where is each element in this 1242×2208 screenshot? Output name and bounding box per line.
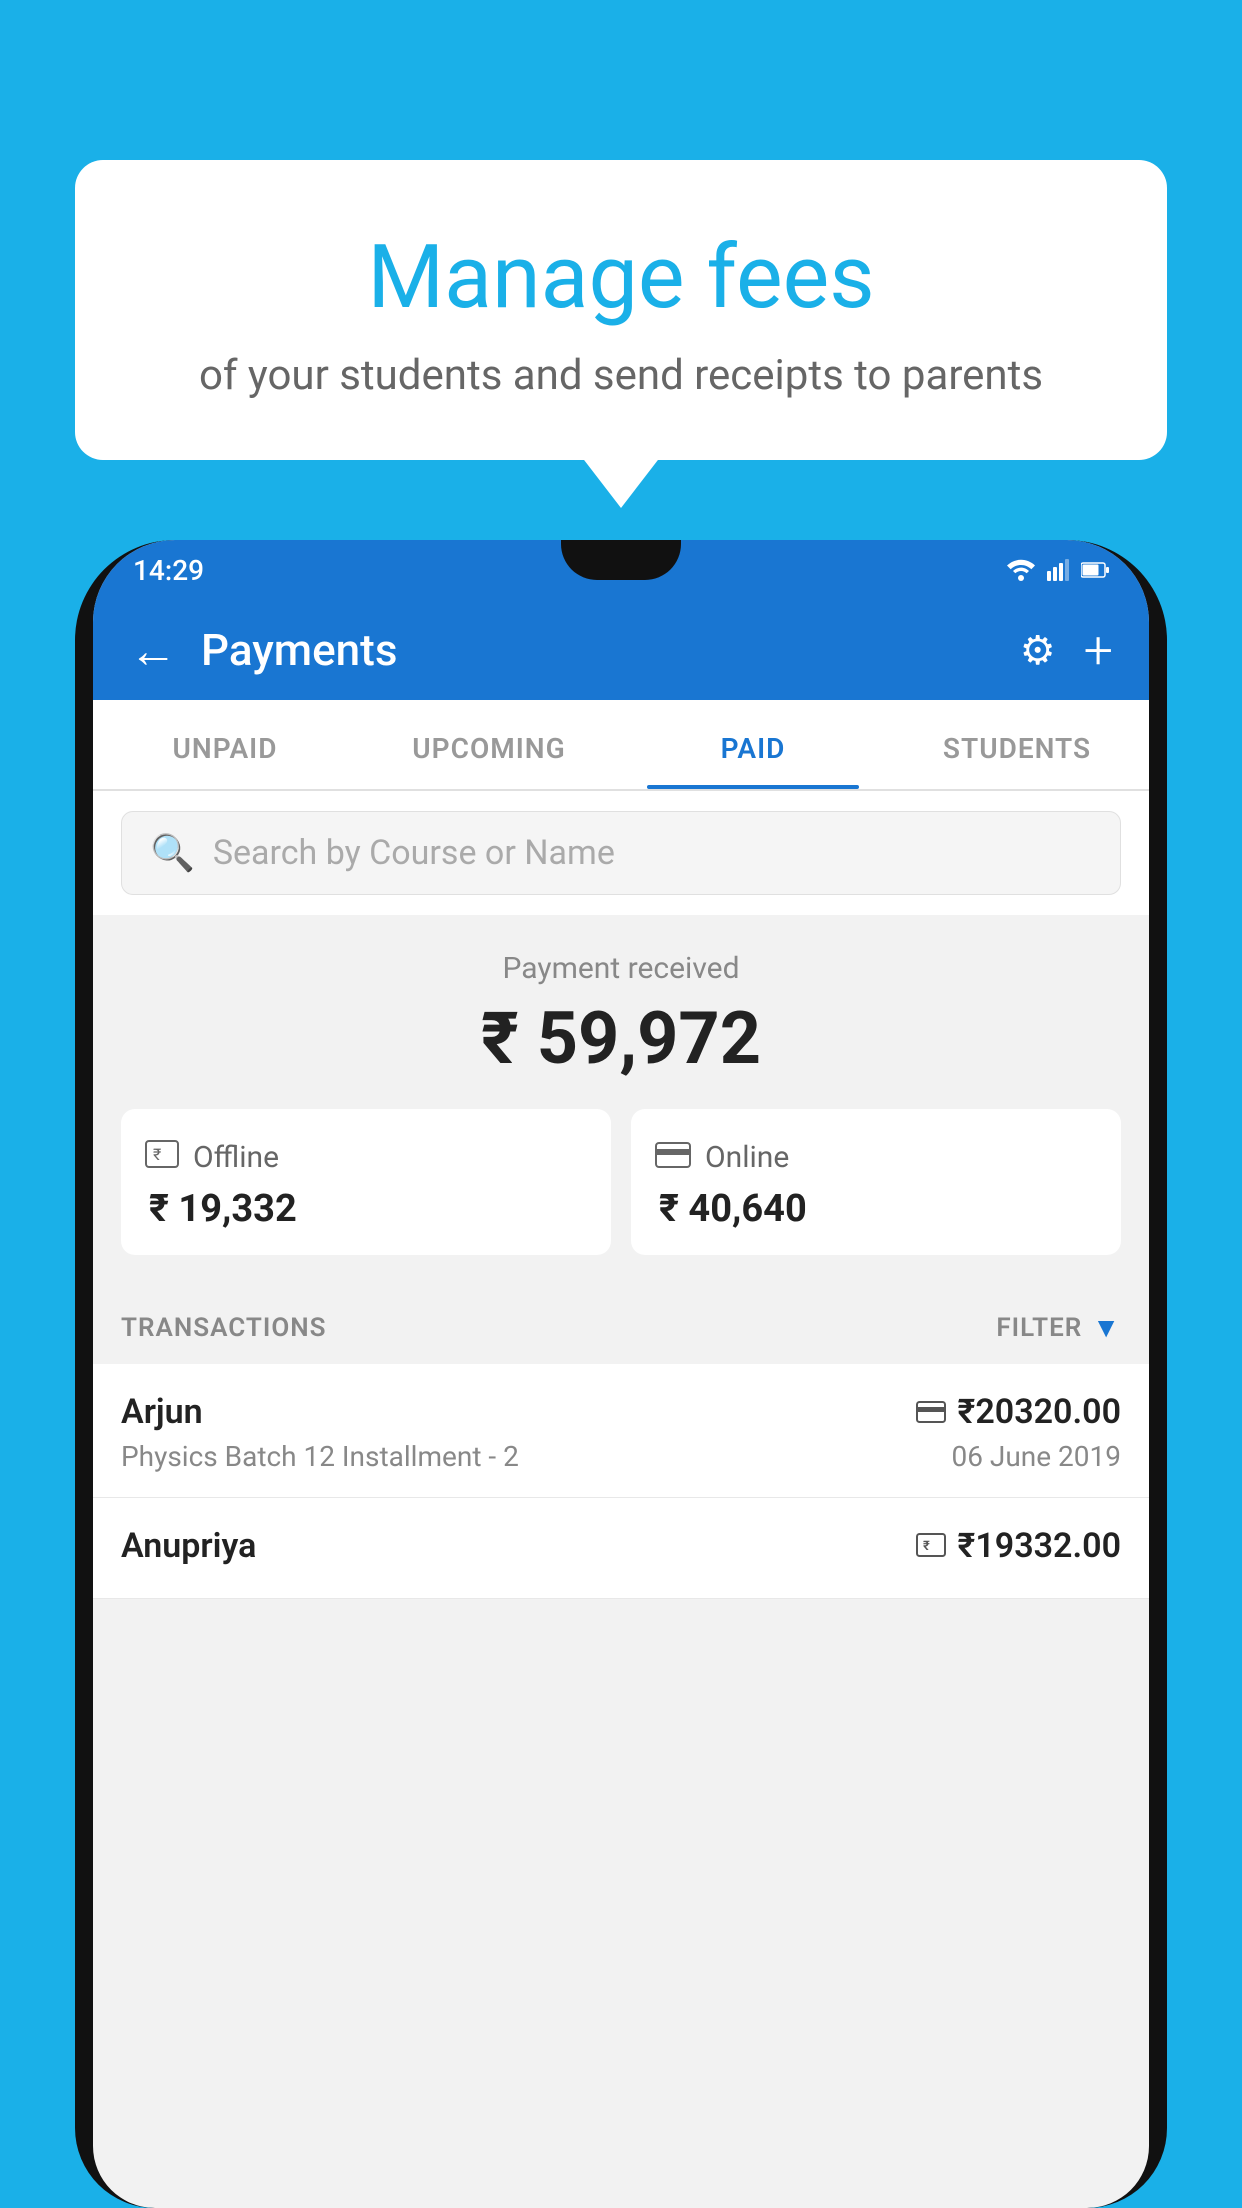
offline-card: ₹ Offline ₹ 19,332 <box>121 1109 611 1255</box>
transaction-name: Anupriya <box>121 1526 256 1566</box>
transactions-header: TRANSACTIONS FILTER ▼ <box>93 1283 1149 1364</box>
rupee-square-icon: ₹ <box>145 1140 179 1168</box>
add-button[interactable]: + <box>1084 620 1113 681</box>
online-icon <box>655 1137 691 1177</box>
transaction-row-top: Anupriya ₹ ₹19332.00 <box>121 1526 1121 1566</box>
status-icons <box>1007 559 1109 581</box>
svg-text:₹: ₹ <box>923 1539 930 1554</box>
online-payment-icon <box>916 1401 946 1423</box>
offline-label: Offline <box>193 1140 279 1175</box>
payment-summary: Payment received ₹ 59,972 <box>93 915 1149 1109</box>
transaction-row-bottom: Physics Batch 12 Installment - 2 06 June… <box>121 1440 1121 1473</box>
transaction-amount: ₹20320.00 <box>916 1392 1121 1432</box>
transaction-item[interactable]: Arjun ₹20320.00 Physics Batch 12 Install… <box>93 1364 1149 1498</box>
tooltip-subtitle: of your students and send receipts to pa… <box>135 351 1107 400</box>
online-amount: ₹ 40,640 <box>655 1187 1097 1231</box>
payment-total-amount: ₹ 59,972 <box>93 996 1149 1081</box>
filter-button[interactable]: FILTER ▼ <box>996 1311 1121 1344</box>
app-bar: ← Payments ⚙ + <box>93 600 1149 700</box>
online-label: Online <box>705 1140 789 1175</box>
transaction-row-top: Arjun ₹20320.00 <box>121 1392 1121 1432</box>
offline-card-header: ₹ Offline <box>145 1137 587 1177</box>
search-container: 🔍 Search by Course or Name <box>93 791 1149 915</box>
status-time: 14:29 <box>133 554 204 587</box>
battery-icon <box>1081 562 1109 578</box>
online-card-header: Online <box>655 1137 1097 1177</box>
offline-icon: ₹ <box>145 1137 179 1177</box>
back-button[interactable]: ← <box>129 622 177 679</box>
tooltip-title: Manage fees <box>135 230 1107 327</box>
notch <box>561 540 681 580</box>
tab-students[interactable]: STUDENTS <box>885 700 1149 789</box>
transaction-course: Physics Batch 12 Installment - 2 <box>121 1440 519 1473</box>
transaction-list: Arjun ₹20320.00 Physics Batch 12 Install… <box>93 1364 1149 1599</box>
credit-card-icon <box>655 1142 691 1168</box>
status-bar: 14:29 <box>93 540 1149 600</box>
payment-type-icon <box>916 1392 946 1432</box>
offline-payment-icon: ₹ <box>916 1533 946 1557</box>
app-bar-title: Payments <box>201 624 996 676</box>
transaction-amount-value: ₹19332.00 <box>958 1526 1121 1566</box>
tabs: UNPAID UPCOMING PAID STUDENTS <box>93 700 1149 791</box>
wifi-icon <box>1007 559 1035 581</box>
filter-icon: ▼ <box>1092 1311 1121 1344</box>
tooltip-card: Manage fees of your students and send re… <box>75 160 1167 460</box>
tab-unpaid[interactable]: UNPAID <box>93 700 357 789</box>
transactions-label: TRANSACTIONS <box>121 1313 327 1343</box>
transaction-item[interactable]: Anupriya ₹ ₹19332.00 <box>93 1498 1149 1599</box>
search-icon: 🔍 <box>150 832 195 874</box>
search-placeholder: Search by Course or Name <box>213 833 615 873</box>
signal-icon <box>1047 559 1069 581</box>
tab-paid[interactable]: PAID <box>621 700 885 789</box>
payment-received-label: Payment received <box>93 951 1149 986</box>
filter-label: FILTER <box>996 1313 1082 1343</box>
search-bar[interactable]: 🔍 Search by Course or Name <box>121 811 1121 895</box>
online-card: Online ₹ 40,640 <box>631 1109 1121 1255</box>
phone-screen: 14:29 <box>93 540 1149 2208</box>
payment-cards: ₹ Offline ₹ 19,332 Online <box>93 1109 1149 1283</box>
phone-shell: 14:29 <box>75 540 1167 2208</box>
transaction-date: 06 June 2019 <box>951 1440 1121 1473</box>
offline-amount: ₹ 19,332 <box>145 1187 587 1231</box>
transaction-name: Arjun <box>121 1392 203 1432</box>
transaction-amount-value: ₹20320.00 <box>958 1392 1121 1432</box>
payment-type-icon: ₹ <box>916 1526 946 1566</box>
settings-button[interactable]: ⚙ <box>1020 627 1056 674</box>
svg-text:₹: ₹ <box>153 1145 161 1164</box>
transaction-amount: ₹ ₹19332.00 <box>916 1526 1121 1566</box>
tab-upcoming[interactable]: UPCOMING <box>357 700 621 789</box>
app-bar-actions: ⚙ + <box>1020 620 1113 681</box>
